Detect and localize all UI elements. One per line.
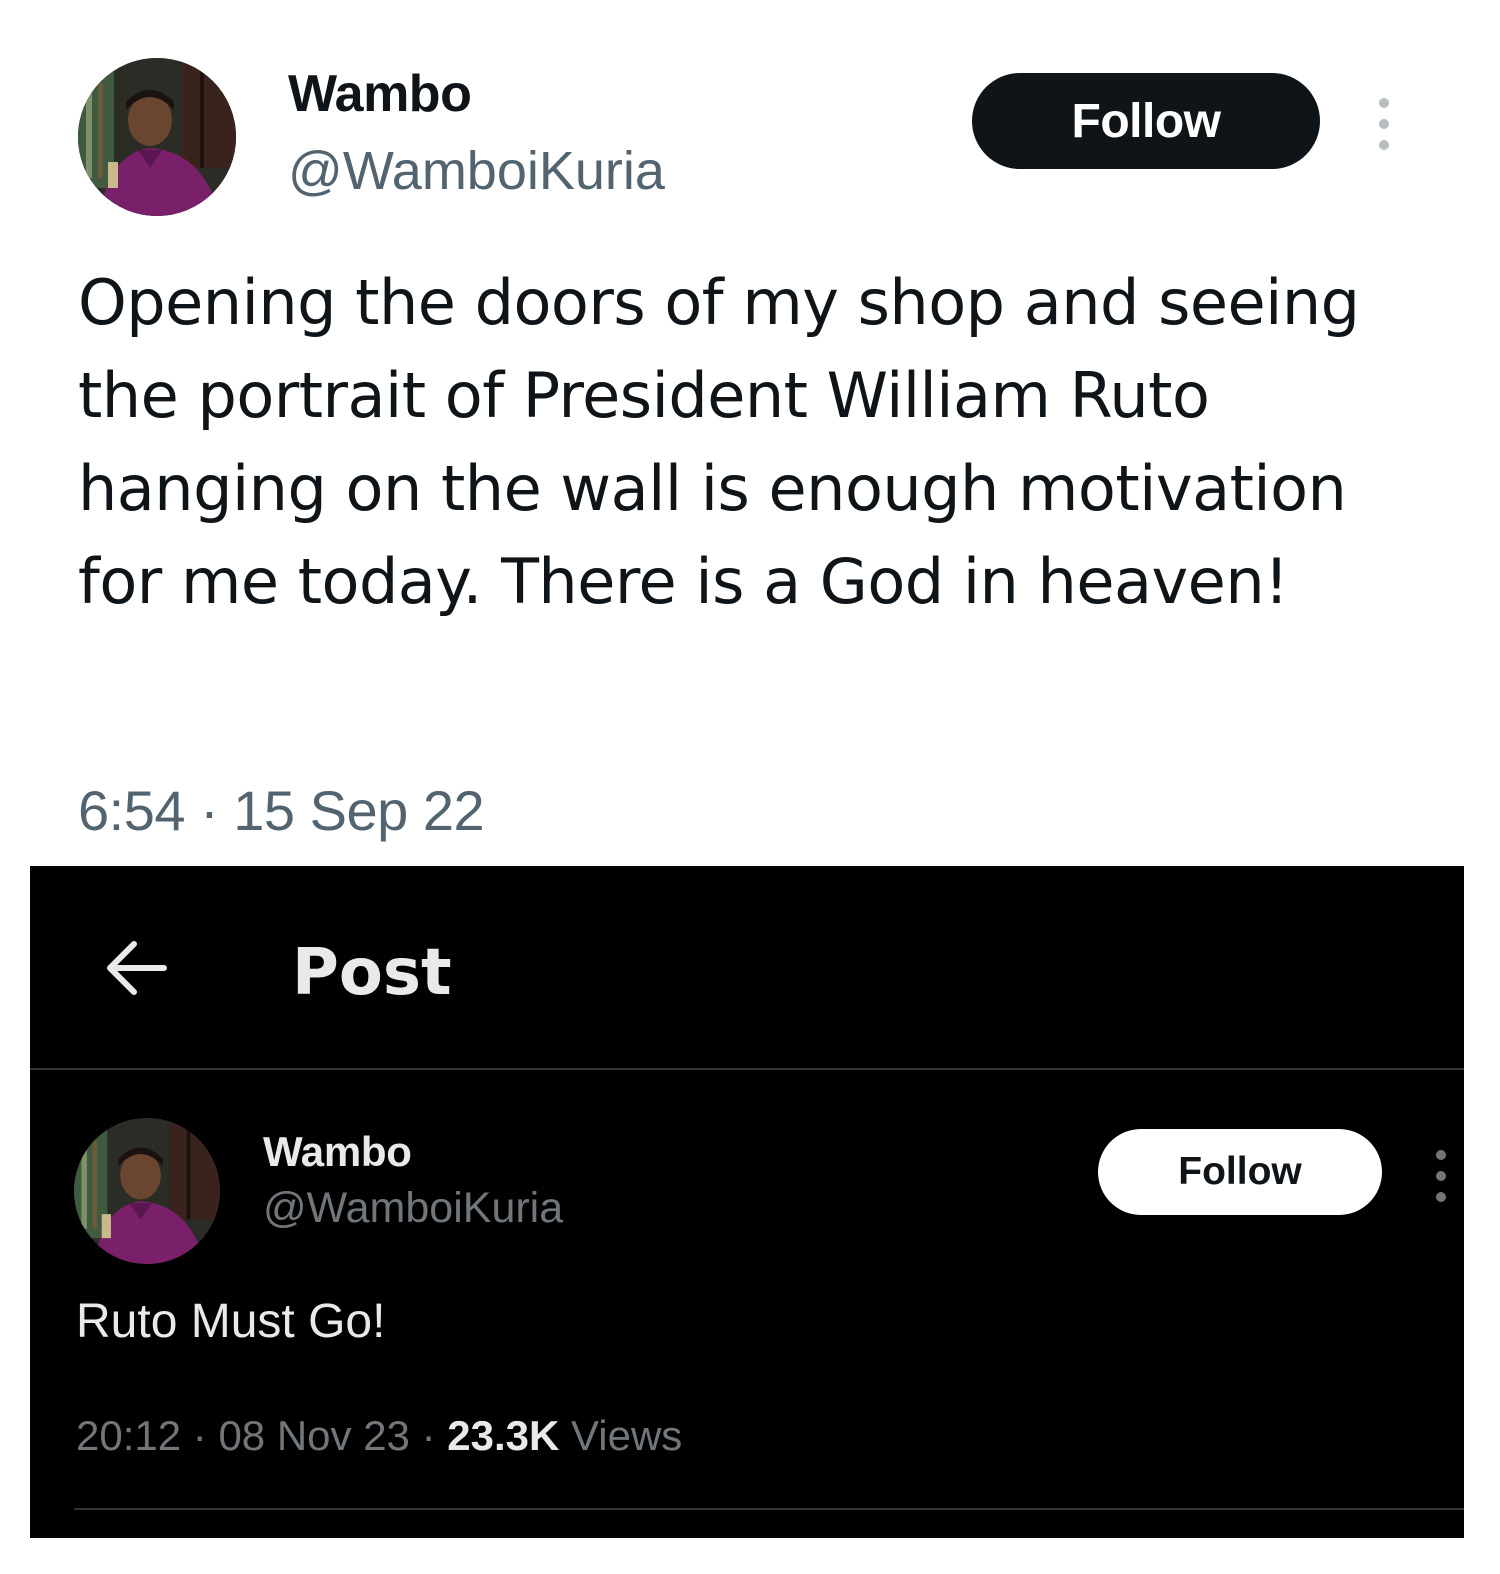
user-handle[interactable]: @WamboiKuria <box>263 1184 563 1233</box>
post-date[interactable]: 08 Nov 23 <box>218 1412 409 1459</box>
tweet-date: 15 Sep 22 <box>233 779 485 842</box>
page-title: Post <box>292 936 452 1010</box>
views-count[interactable]: 23.3K <box>447 1412 559 1459</box>
arrow-left-icon[interactable] <box>98 930 174 1006</box>
footer-divider <box>74 1508 1464 1510</box>
tweet-time: 6:54 <box>78 779 186 842</box>
header-divider <box>30 1068 1464 1070</box>
post-time[interactable]: 20:12 <box>76 1412 181 1459</box>
more-vertical-icon[interactable] <box>1370 96 1398 152</box>
meta-separator: · <box>192 1412 207 1459</box>
light-tweet: Wambo @WamboiKuria Follow Opening the do… <box>0 0 1500 866</box>
avatar-photo <box>74 1118 220 1264</box>
views-label: Views <box>571 1412 683 1459</box>
avatar-photo <box>78 58 236 216</box>
tweet-text: Opening the doors of my shop and seeing … <box>78 266 1360 618</box>
avatar[interactable] <box>78 58 236 216</box>
follow-button[interactable]: Follow <box>972 73 1320 169</box>
post-meta: 20:12 · 08 Nov 23 · 23.3K Views <box>76 1412 682 1460</box>
meta-separator: · <box>421 1412 436 1459</box>
post-text: Ruto Must Go! <box>76 1295 386 1348</box>
display-name[interactable]: Wambo <box>263 1128 412 1176</box>
tweet-timestamp[interactable]: 6:54 · 15 Sep 22 <box>78 778 485 843</box>
follow-button[interactable]: Follow <box>1098 1129 1382 1215</box>
more-vertical-icon[interactable] <box>1427 1148 1455 1204</box>
meta-separator: · <box>200 779 219 842</box>
avatar[interactable] <box>74 1118 220 1264</box>
dark-post-view: Post Wambo @WamboiKuria Follow Ruto Must… <box>30 866 1464 1538</box>
user-handle[interactable]: @WamboiKuria <box>288 140 665 202</box>
display-name[interactable]: Wambo <box>288 64 472 124</box>
